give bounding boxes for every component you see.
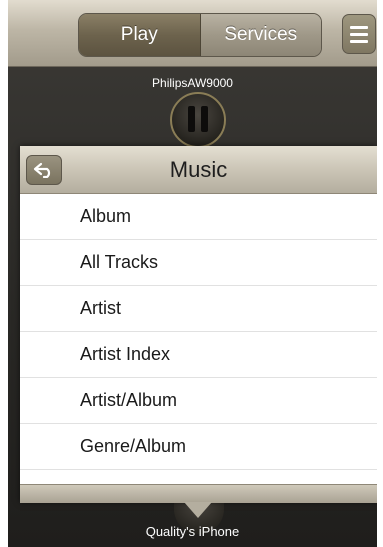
list-item-genre-album[interactable]: Genre/Album bbox=[20, 424, 377, 470]
tab-play[interactable]: Play bbox=[79, 14, 201, 56]
hamburger-menu-icon-bar bbox=[350, 39, 368, 43]
pause-icon[interactable] bbox=[170, 92, 226, 148]
source-label: Quality's iPhone bbox=[145, 524, 240, 539]
top-toolbar: Play Services bbox=[8, 0, 377, 67]
device-name: PhilipsAW9000 bbox=[152, 76, 233, 90]
list-item-label: Artist/Album bbox=[80, 390, 178, 410]
list-item-artist-index[interactable]: Artist Index bbox=[20, 332, 377, 378]
tab-services[interactable]: Services bbox=[200, 14, 321, 56]
popup-title: Music bbox=[169, 157, 228, 182]
list-item-label: Artist Index bbox=[80, 344, 171, 364]
popup-footer bbox=[20, 484, 377, 503]
play-services-segmented-control: Play Services bbox=[78, 13, 322, 57]
list-item-artist-album[interactable]: Artist/Album bbox=[20, 378, 377, 424]
app-screen: Play Services PhilipsAW9000 Quality's iP… bbox=[8, 0, 377, 547]
list-item-artist[interactable]: Artist bbox=[20, 286, 377, 332]
list-item-all-tracks[interactable]: All Tracks bbox=[20, 240, 377, 286]
list-item-label: All Tracks bbox=[80, 252, 159, 272]
list-item-label: Album bbox=[80, 206, 132, 226]
list-item-album[interactable]: Album bbox=[20, 194, 377, 240]
popup-pointer bbox=[184, 502, 212, 518]
list-item-label: Artist bbox=[80, 298, 122, 318]
music-category-list: Album All Tracks Artist Artist Index Art… bbox=[20, 194, 377, 492]
hamburger-menu-icon-bar bbox=[350, 32, 368, 36]
music-popup: Music Album All Tracks Artist Artist Ind… bbox=[20, 146, 377, 503]
tab-play-label: Play bbox=[120, 24, 158, 45]
list-item-label: Genre/Album bbox=[80, 436, 187, 456]
hamburger-menu-icon bbox=[350, 25, 368, 29]
tab-services-label: Services bbox=[224, 24, 298, 45]
popup-header: Music bbox=[20, 146, 377, 194]
menu-button[interactable] bbox=[342, 14, 376, 54]
